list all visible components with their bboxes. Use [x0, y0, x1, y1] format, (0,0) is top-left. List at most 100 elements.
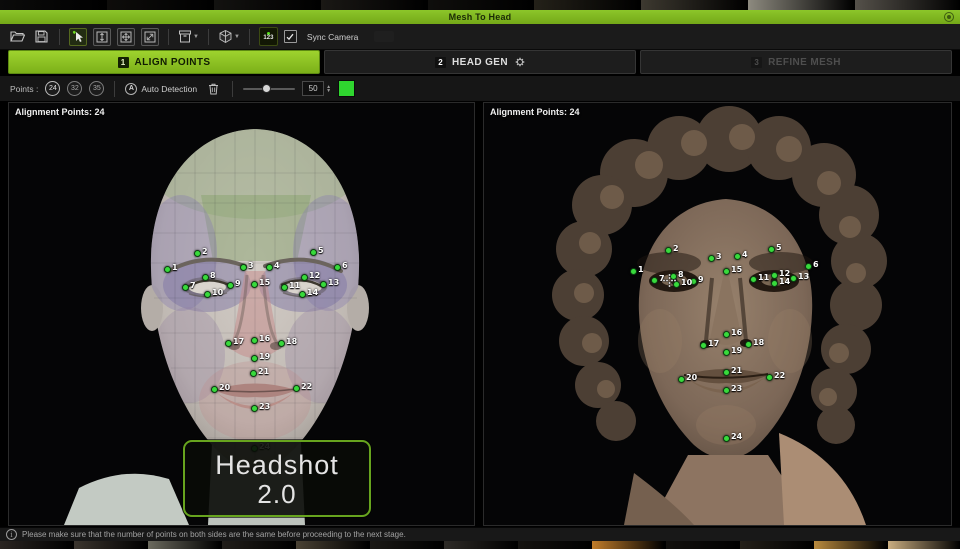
point-number: 2 [673, 244, 679, 253]
point-number: 19 [259, 352, 270, 361]
point-number: 20 [686, 373, 697, 382]
points-option-24[interactable]: 24 [45, 81, 60, 96]
mask-set-icon [178, 30, 192, 43]
point-dot-icon [665, 247, 672, 254]
tab-number-badge: 2 [435, 57, 446, 68]
asset-thumbnail[interactable] [518, 541, 590, 549]
point-dot-icon [281, 284, 288, 291]
point-size-slider[interactable] [243, 88, 295, 90]
point-dot-icon [723, 435, 730, 442]
asset-thumbnail[interactable] [888, 541, 960, 549]
point-number: 12 [309, 271, 320, 280]
status-message: Please make sure that the number of poin… [22, 530, 406, 539]
point-dot-icon [766, 374, 773, 381]
tab-head-gen[interactable]: 2 HEAD GEN [324, 50, 636, 74]
point-number: 16 [259, 334, 270, 343]
scene-fragment [534, 0, 639, 10]
mask-set-dropdown[interactable]: ▼ [178, 28, 199, 46]
save-button[interactable] [32, 28, 50, 46]
point-number: 10 [212, 288, 223, 297]
point-number: 21 [258, 367, 269, 376]
asset-thumbnail[interactable] [222, 541, 294, 549]
asset-thumbnail[interactable] [444, 541, 516, 549]
points-option-32[interactable]: 32 [67, 81, 82, 96]
points-option-35[interactable]: 35 [89, 81, 104, 96]
point-number: 8 [210, 271, 216, 280]
point-dot-icon [227, 282, 234, 289]
point-dot-icon [723, 369, 730, 376]
point-dot-icon [708, 255, 715, 262]
open-file-button[interactable] [8, 28, 26, 46]
slider-thumb[interactable] [262, 84, 271, 93]
point-number: 23 [259, 402, 270, 411]
point-dot-icon [299, 291, 306, 298]
point-number: 3 [248, 261, 254, 270]
mesh-display-dropdown[interactable]: ▼ [218, 28, 240, 46]
point-dot-icon [790, 275, 797, 282]
point-number: 14 [779, 277, 790, 286]
badge-version: 2.0 [257, 480, 296, 508]
move-cursor [663, 274, 676, 292]
asset-thumbnail[interactable] [814, 541, 886, 549]
pan-view-icon [120, 31, 132, 43]
mesh-cube-icon [218, 29, 233, 44]
asset-thumbnail[interactable] [296, 541, 368, 549]
asset-thumbnail[interactable] [148, 541, 220, 549]
tab-align-points[interactable]: 1 ALIGN POINTS [8, 50, 320, 74]
point-dot-icon [651, 277, 658, 284]
alignment-points-layer: 123456789101112131415161718192021222324 [484, 103, 951, 525]
point-dot-icon [630, 268, 637, 275]
inactive-icon [374, 31, 394, 42]
point-number: 3 [716, 252, 722, 261]
chevron-down-icon: ▼ [234, 34, 240, 40]
window-titlebar[interactable]: Mesh To Head [0, 10, 960, 24]
toolbar-separator [168, 29, 169, 45]
point-number: 2 [202, 247, 208, 256]
asset-thumbnail[interactable] [370, 541, 442, 549]
select-point-tool-button[interactable] [69, 28, 87, 46]
main-toolbar: ▼ ▼ 123 Sync Camera [0, 24, 960, 50]
point-color-swatch[interactable] [338, 80, 355, 97]
point-dot-icon [805, 263, 812, 270]
asset-thumbnail[interactable] [0, 541, 72, 549]
viewport-target-scan[interactable]: Alignment Points: 24 1234567891011121314… [483, 102, 952, 526]
point-number: 1 [638, 265, 644, 274]
gear-icon[interactable] [515, 57, 525, 67]
auto-detection-button[interactable]: A Auto Detection [125, 83, 197, 95]
trash-icon [208, 83, 219, 95]
point-numbers-toggle[interactable]: 123 [259, 27, 278, 46]
status-bar: i Please make sure that the number of po… [0, 527, 960, 541]
frame-region-icon [144, 31, 156, 43]
sync-camera-checkbox[interactable] [284, 30, 297, 43]
point-dot-icon [723, 268, 730, 275]
asset-thumbnail[interactable] [592, 541, 664, 549]
chevron-down-icon: ▼ [193, 34, 199, 40]
point-dot-icon [251, 355, 258, 362]
delete-points-button[interactable] [204, 80, 222, 98]
asset-thumbnail[interactable] [740, 541, 812, 549]
toolbar-separator [208, 29, 209, 45]
point-dot-icon [734, 253, 741, 260]
fit-vertical-button[interactable] [93, 28, 111, 46]
point-number: 11 [758, 273, 769, 282]
frame-region-button[interactable] [141, 28, 159, 46]
point-dot-icon [771, 280, 778, 287]
sync-camera-label: Sync Camera [307, 32, 359, 42]
point-dot-icon [771, 272, 778, 279]
spinner-arrows[interactable]: ▲▼ [326, 85, 331, 93]
dock-pin-icon[interactable] [944, 12, 954, 22]
point-number: 13 [328, 278, 339, 287]
numbers-glyph: 123 [263, 36, 273, 41]
pan-view-button[interactable] [117, 28, 135, 46]
point-number: 22 [774, 371, 785, 380]
tab-refine-mesh: 3 REFINE MESH [640, 50, 952, 74]
save-icon [35, 30, 48, 43]
point-size-value[interactable]: 50 [302, 81, 324, 96]
point-dot-icon [250, 370, 257, 377]
asset-thumbnail[interactable] [666, 541, 738, 549]
point-dot-icon [700, 342, 707, 349]
asset-thumbnail[interactable] [74, 541, 146, 549]
scene-fragment [214, 0, 319, 10]
point-dot-icon [310, 249, 317, 256]
scene-fragment [321, 0, 426, 10]
